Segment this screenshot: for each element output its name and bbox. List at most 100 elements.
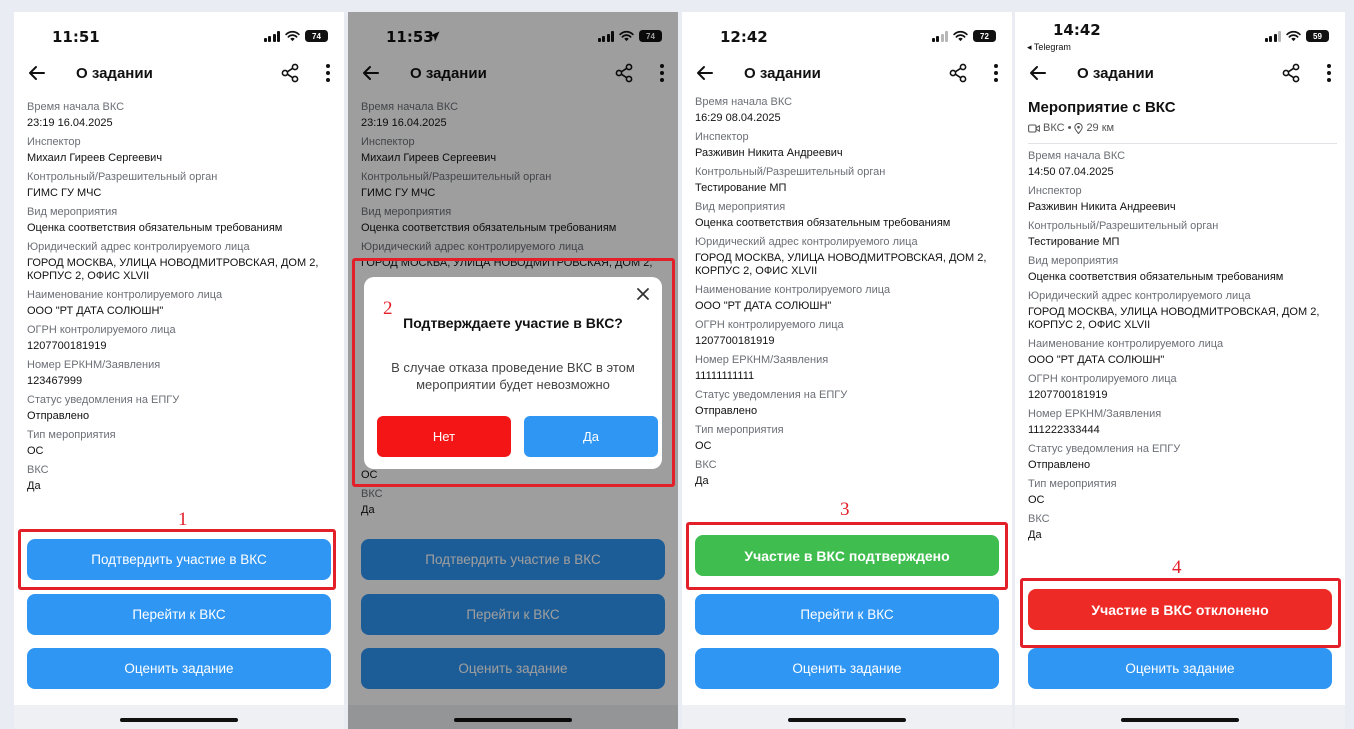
field-ogrn: ОГРН контролируемого лица 1207700181919 [1028,373,1177,401]
back-arrow-icon[interactable] [26,62,48,84]
highlight-box-3 [686,522,1008,590]
signal-icon [263,30,280,42]
more-vert-icon[interactable] [992,62,1000,84]
back-to-telegram-link[interactable]: ◂ Telegram [1027,42,1071,53]
more-vert-icon[interactable] [324,62,332,84]
system-icons: 74 [263,30,328,42]
field-entity-name: Наименование контролируемого лица ООО "РТ… [695,284,891,312]
field-event-type: Тип мероприятия ОС [1028,478,1117,506]
home-indicator [788,718,906,722]
field-authority: Контрольный/Разрешительный орган Тестиров… [1028,220,1219,248]
app-header: О задании [682,56,1012,92]
app-header: О задании [1015,56,1345,92]
field-vks: ВКС Да [27,464,49,492]
field-entity-name: Наименование контролируемого лица ООО "РТ… [1028,338,1224,366]
field-legal-address: Юридический адрес контролируемого лица ГО… [27,241,319,282]
task-details: Время начала ВКС 23:19 16.04.2025 Инспект… [27,101,336,499]
dot-separator: • [1067,122,1072,134]
share-icon[interactable] [1281,63,1301,83]
battery-icon: 59 [1306,30,1329,42]
field-event-kind: Вид мероприятия Оценка соответствия обяза… [27,206,283,234]
screenshot-collage: 11:51 74 О задании Время начала ВКС 23:19… [0,0,1354,729]
home-strip [682,705,1012,729]
field-event-type: Тип мероприятия ОС [695,424,784,452]
field-event-type: Тип мероприятия ОС [27,429,116,457]
home-indicator [1121,718,1239,722]
share-icon[interactable] [948,63,968,83]
status-time: 14:42 [1053,21,1101,39]
rate-task-button[interactable]: Оценить задание [27,648,331,689]
field-inspector: Инспектор Разживин Никита Андреевич [695,131,843,159]
signal-icon [931,30,948,42]
highlight-box-1 [18,529,336,590]
field-notification-status: Статус уведомления на ЕПГУ Отправлено [1028,443,1181,471]
field-vks: ВКС Да [1028,513,1050,541]
signal-icon [1264,30,1281,42]
app-header: О задании [14,56,344,92]
goto-vks-button[interactable]: Перейти к ВКС [695,594,999,635]
field-start-time: Время начала ВКС 16:29 08.04.2025 [695,96,793,124]
field-authority: Контрольный/Разрешительный орган ГИМС ГУ … [27,171,218,199]
system-icons: 72 [931,30,996,42]
field-ogrn: ОГРН контролируемого лица 1207700181919 [695,319,844,347]
field-inspector: Инспектор Михаил Гиреев Сергеевич [27,136,163,164]
wifi-icon [285,30,300,42]
page-title: О задании [1077,65,1154,82]
back-arrow-icon[interactable] [1027,62,1049,84]
phone-screen-1: 11:51 74 О задании Время начала ВКС 23:19… [14,12,344,729]
event-type-label: ВКС [1043,122,1065,134]
status-time: 12:42 [720,28,768,46]
annotation-number-2: 2 [383,298,393,319]
page-title: О задании [744,65,821,82]
annotation-number-1: 1 [178,509,188,530]
field-ogrn: ОГРН контролируемого лица 1207700181919 [27,324,176,352]
annotation-number-4: 4 [1172,557,1182,578]
field-vks: ВКС Да [695,459,717,487]
field-erknm-number: Номер ЕРКНМ/Заявления 111222333444 [1028,408,1162,436]
field-legal-address: Юридический адрес контролируемого лица ГО… [1028,290,1320,331]
back-arrow-icon[interactable] [694,62,716,84]
home-strip [1015,705,1345,729]
field-erknm-number: Номер ЕРКНМ/Заявления 123467999 [27,359,161,387]
field-erknm-number: Номер ЕРКНМ/Заявления 11111111111 [695,354,829,382]
field-start-time: Время начала ВКС 14:50 07.04.2025 [1028,150,1126,178]
wifi-icon [953,30,968,42]
status-time: 11:51 [52,28,100,46]
status-bar: 14:42 ◂ Telegram 59 [1015,12,1345,56]
field-legal-address: Юридический адрес контролируемого лица ГО… [695,236,987,277]
phone-screen-3: 12:42 72 О задании Время начала ВКС 16:29… [682,12,1012,729]
field-authority: Контрольный/Разрешительный орган Тестиров… [695,166,886,194]
divider [1028,143,1337,144]
home-strip [14,705,344,729]
field-notification-status: Статус уведомления на ЕПГУ Отправлено [27,394,180,422]
status-bar: 11:51 74 [14,12,344,56]
home-indicator [120,718,238,722]
battery-icon: 72 [973,30,996,42]
annotation-number-3: 3 [840,499,850,520]
field-inspector: Инспектор Разживин Никита Андреевич [1028,185,1176,213]
field-event-kind: Вид мероприятия Оценка соответствия обяза… [695,201,951,229]
battery-icon: 74 [305,30,328,42]
highlight-box-2 [352,258,675,487]
field-entity-name: Наименование контролируемого лица ООО "РТ… [27,289,223,317]
pin-icon [1074,122,1084,134]
rate-task-button[interactable]: Оценить задание [695,648,999,689]
page-title: О задании [76,65,153,82]
task-details: Мероприятие с ВКС ВКС • 29 км Время нача… [1028,99,1337,548]
task-details: Время начала ВКС 16:29 08.04.2025 Инспект… [695,96,1004,494]
highlight-box-4 [1020,578,1341,648]
event-meta: ВКС • 29 км [1028,122,1337,134]
field-notification-status: Статус уведомления на ЕПГУ Отправлено [695,389,848,417]
more-vert-icon[interactable] [1325,62,1333,84]
rate-task-button[interactable]: Оценить задание [1028,648,1332,689]
share-icon[interactable] [280,63,300,83]
status-bar: 12:42 72 [682,12,1012,56]
wifi-icon [1286,30,1301,42]
system-icons: 59 [1264,30,1329,42]
event-distance: 29 км [1086,122,1115,134]
field-event-kind: Вид мероприятия Оценка соответствия обяза… [1028,255,1284,283]
field-start-time: Время начала ВКС 23:19 16.04.2025 [27,101,125,129]
event-title: Мероприятие с ВКС [1028,99,1176,116]
goto-vks-button[interactable]: Перейти к ВКС [27,594,331,635]
video-icon [1028,123,1040,133]
